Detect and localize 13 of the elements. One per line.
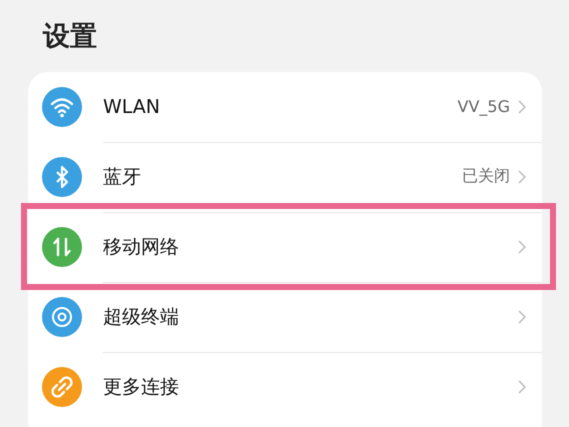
chevron-icon — [518, 380, 526, 394]
chevron-icon — [518, 310, 526, 324]
setting-value: 已关闭 — [462, 166, 510, 187]
setting-label[interactable]: 蓝牙 — [103, 164, 462, 190]
page-title: 设置 — [42, 20, 98, 54]
chevron-icon — [518, 240, 526, 254]
chevron-icon — [518, 100, 526, 114]
setting-label[interactable]: 移动网络 — [103, 234, 518, 260]
setting-label[interactable]: 超级终端 — [103, 304, 518, 330]
setting-value: VV_5G — [458, 97, 510, 116]
setting-label[interactable]: WLAN — [103, 96, 458, 118]
setting-label[interactable]: 更多连接 — [103, 374, 518, 400]
chevron-icon — [518, 170, 526, 184]
